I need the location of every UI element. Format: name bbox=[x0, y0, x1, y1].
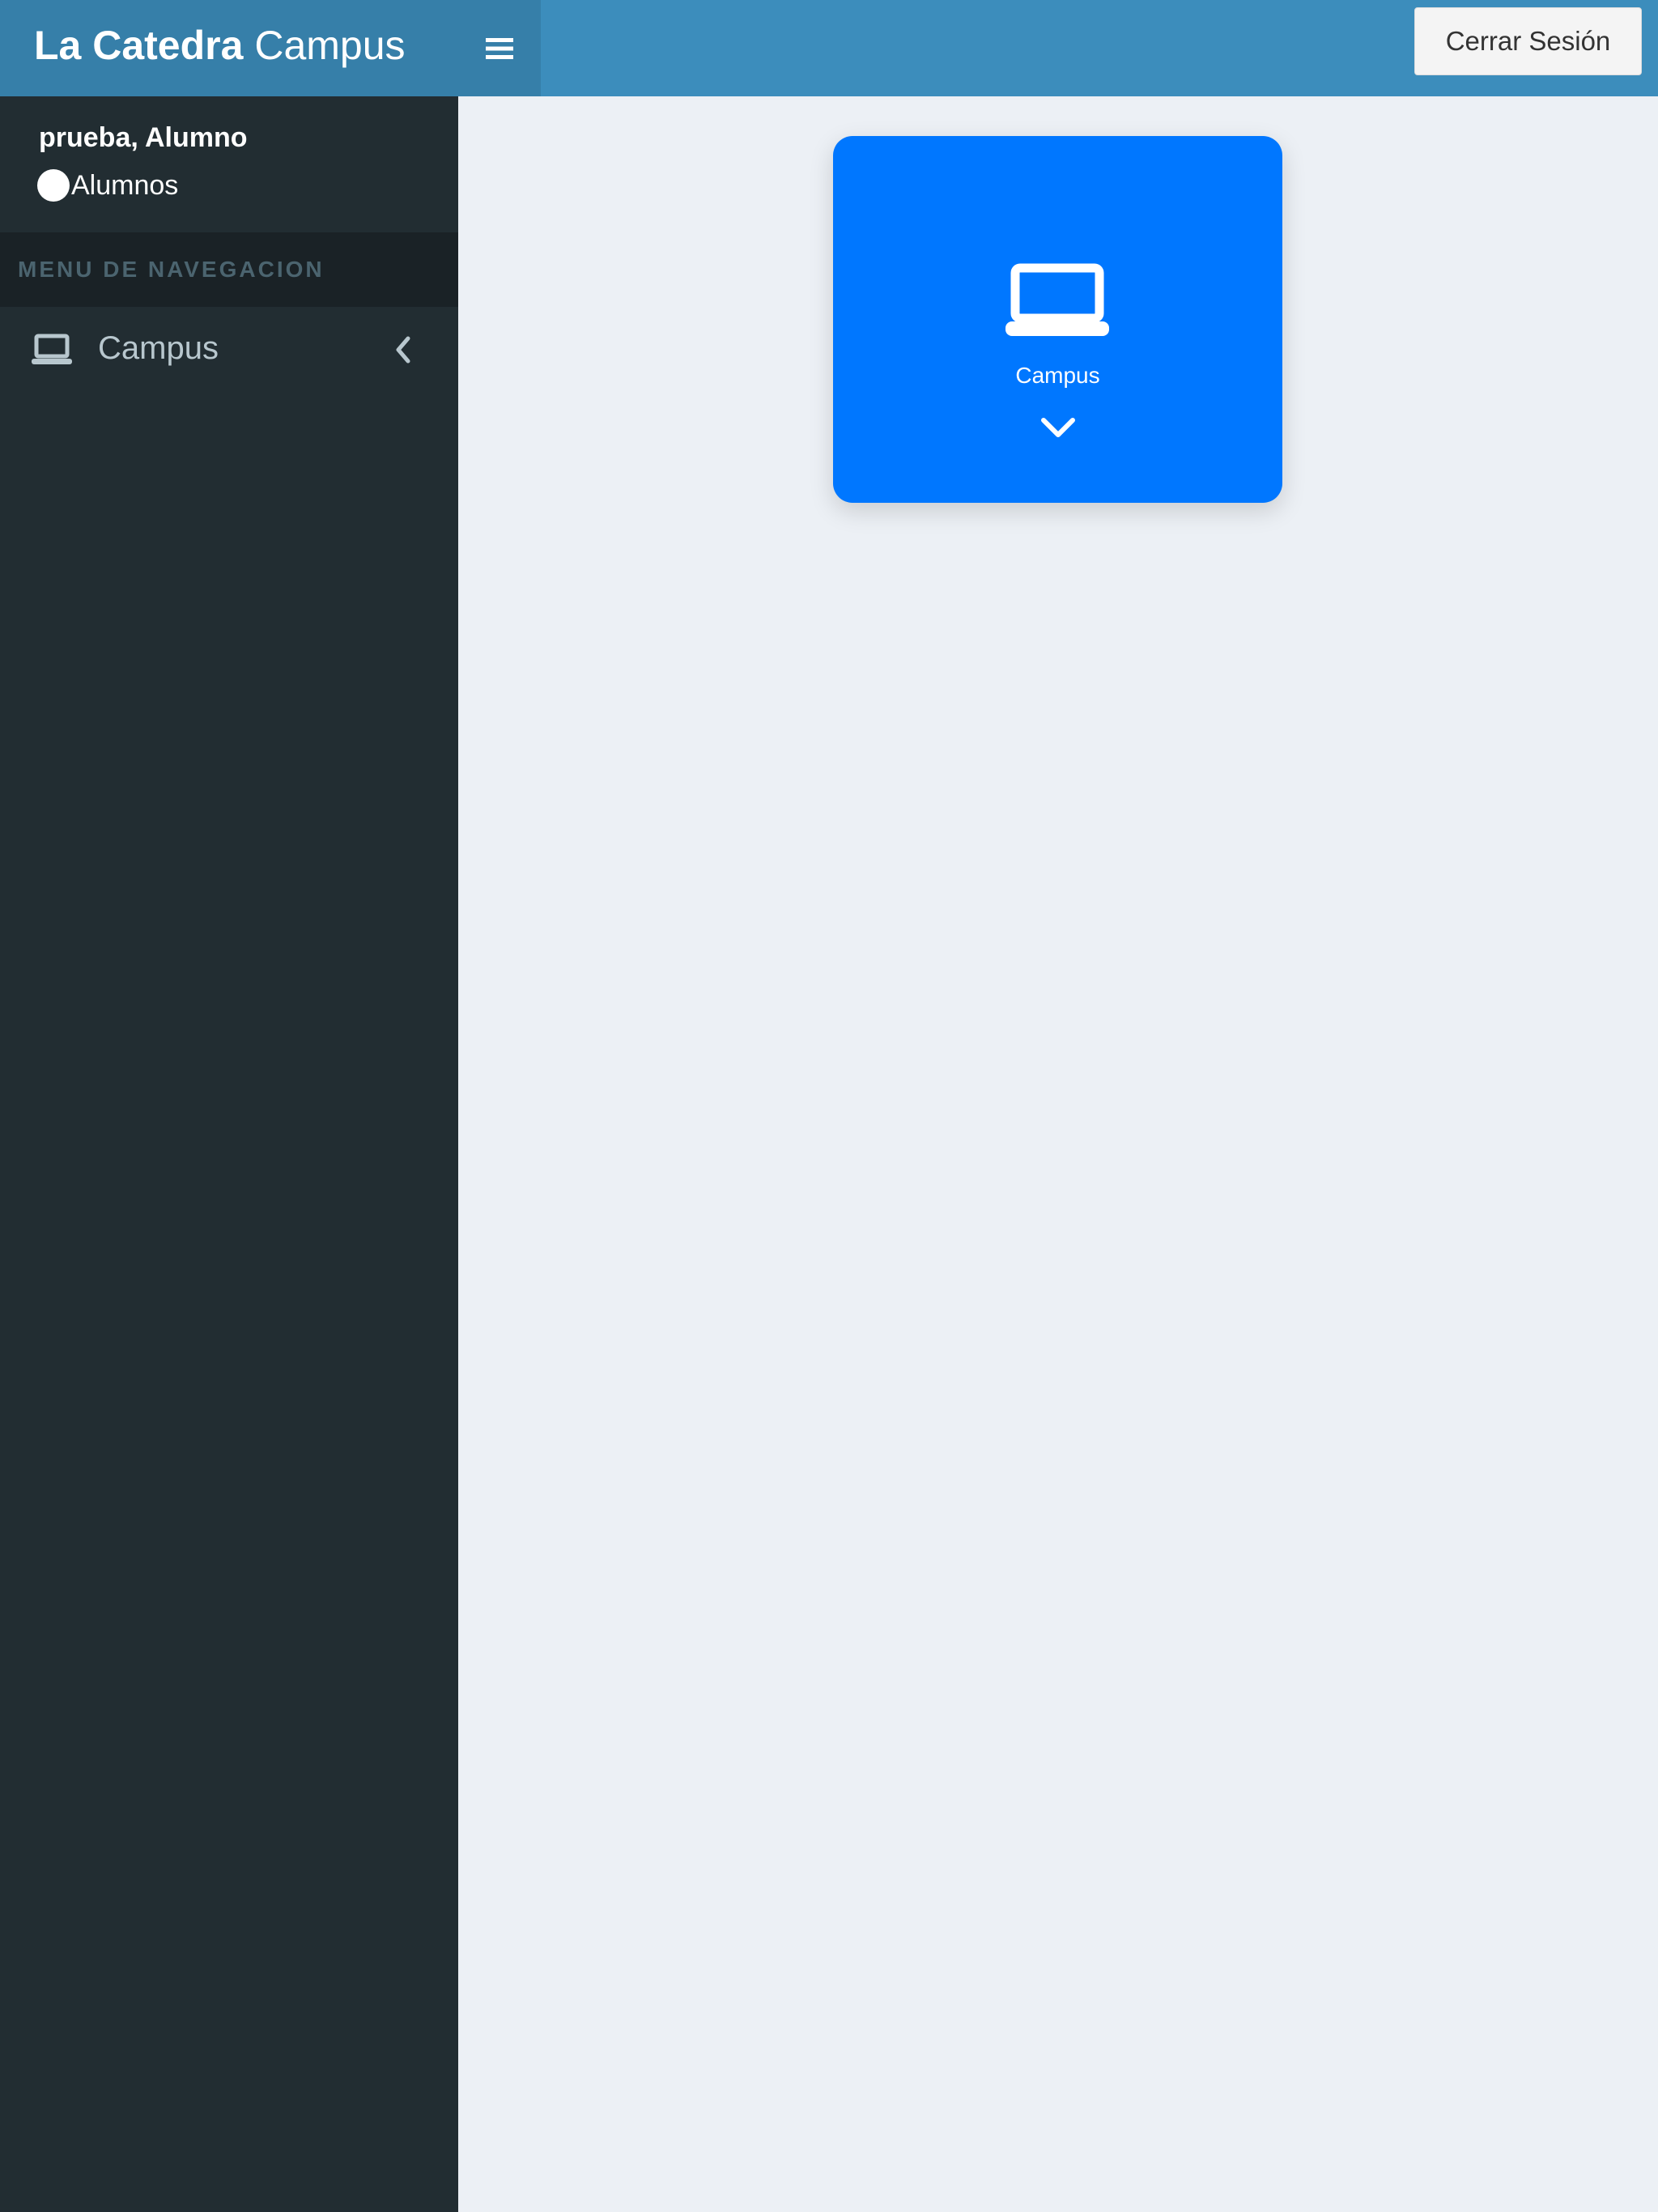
laptop-icon bbox=[32, 334, 72, 364]
laptop-icon bbox=[1005, 263, 1109, 336]
logo-text-light: Campus bbox=[243, 23, 406, 68]
nav-header: MENU DE NAVEGACION bbox=[0, 232, 458, 307]
tile-label: Campus bbox=[1015, 363, 1100, 388]
sidebar-toggle-button[interactable] bbox=[458, 0, 541, 96]
sidebar: prueba, Alumno Alumnos MENU DE NAVEGACIO… bbox=[0, 96, 458, 2212]
user-name: prueba, Alumno bbox=[39, 122, 248, 153]
main-content: Campus bbox=[458, 96, 1658, 2212]
logout-button[interactable]: Cerrar Sesión bbox=[1414, 7, 1642, 75]
status-circle-icon bbox=[37, 169, 70, 202]
user-panel: prueba, Alumno Alumnos bbox=[0, 96, 458, 232]
sidebar-item-campus[interactable]: Campus bbox=[0, 311, 458, 390]
chevron-down-icon bbox=[1041, 418, 1075, 437]
top-navbar: La Catedra Campus Cerrar Sesión bbox=[0, 0, 1658, 96]
sidebar-item-label: Campus bbox=[98, 330, 219, 366]
user-status: Alumnos bbox=[37, 169, 178, 202]
hamburger-menu-icon bbox=[486, 37, 513, 59]
app-logo[interactable]: La Catedra Campus bbox=[0, 0, 458, 96]
campus-tile[interactable]: Campus bbox=[833, 136, 1282, 503]
user-role-label: Alumnos bbox=[71, 169, 179, 201]
chevron-left-icon bbox=[396, 336, 410, 364]
logo-text-strong: La Catedra bbox=[34, 23, 244, 68]
